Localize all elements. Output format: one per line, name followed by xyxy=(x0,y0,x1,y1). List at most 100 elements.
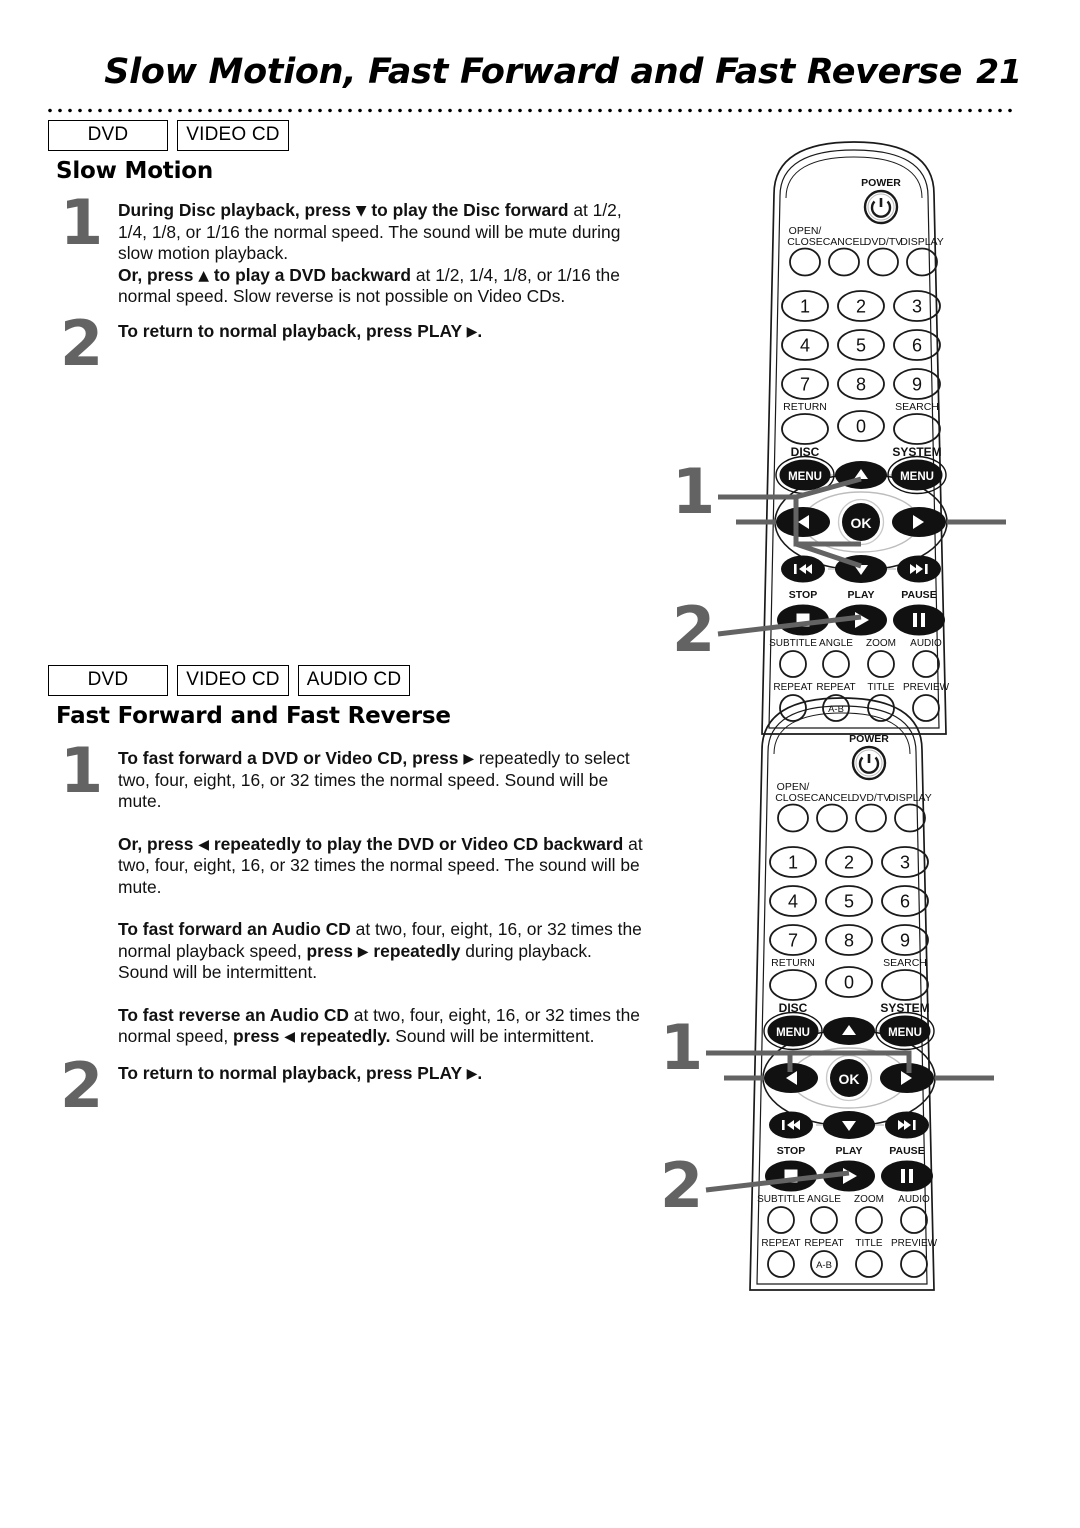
remote-button-cancel[interactable] xyxy=(828,247,860,277)
step-number: 2 xyxy=(60,307,104,380)
remote-label: PREVIEW xyxy=(891,1238,938,1249)
ok-label: OK xyxy=(851,515,872,531)
section-heading-fast-forward: Fast Forward and Fast Reverse xyxy=(56,703,451,729)
page-number: 21 xyxy=(976,52,1022,91)
remote-button-audio[interactable] xyxy=(912,650,940,678)
step-number: 1 xyxy=(60,186,104,259)
pause-button[interactable] xyxy=(881,1160,933,1192)
remote-label: 5 xyxy=(844,892,854,912)
remote-label: SEARCH xyxy=(895,401,939,413)
remote-label: SEARCH xyxy=(883,957,927,969)
remote-label: DVD/TV xyxy=(852,792,891,804)
remote-button-audio[interactable] xyxy=(900,1206,928,1234)
disc-badge-video-cd: VIDEO CD xyxy=(177,665,289,696)
remote-label: STOP xyxy=(777,1145,805,1157)
step-paragraph: To return to normal playback, press PLAY… xyxy=(118,321,483,341)
disc-badge-dvd: DVD xyxy=(48,665,168,696)
remote-label: 7 xyxy=(788,931,798,951)
remote-label: PAUSE xyxy=(889,1145,924,1157)
remote-label: PAUSE xyxy=(901,589,936,601)
remote-label: 6 xyxy=(912,336,922,356)
callout-number-1: 1 xyxy=(672,455,716,528)
remote-label: CLOSE xyxy=(787,236,823,248)
remote-button-open/-close[interactable] xyxy=(777,803,809,833)
remote-button-dvd/tv[interactable] xyxy=(855,803,887,833)
remote-label: SUBTITLE xyxy=(757,1194,805,1205)
remote-button-angle[interactable] xyxy=(810,1206,838,1234)
step-paragraph: To return to normal playback, press PLAY… xyxy=(118,1063,483,1083)
remote-label: RETURN xyxy=(771,957,815,969)
step-text: To return to normal playback, press PLAY… xyxy=(118,1063,643,1085)
remote-label: SUBTITLE xyxy=(769,638,817,649)
remote-label: ZOOM xyxy=(866,638,896,649)
remote-label: 9 xyxy=(900,931,910,951)
remote-label: CANCEL xyxy=(811,792,854,804)
remote-label: REPEAT xyxy=(761,1238,800,1249)
manual-page: Slow Motion, Fast Forward and Fast Rever… xyxy=(0,0,1080,1528)
remote-button-open/-close[interactable] xyxy=(789,247,821,277)
remote-button-display[interactable] xyxy=(906,247,938,277)
system-menu-label: MENU xyxy=(900,471,934,483)
remote-body: POWER OPEN/CLOSE CANCEL DVD/TV DISPLAY 1 2 3 4 5 6… xyxy=(664,690,1024,1315)
callout-number-2: 2 xyxy=(660,1149,704,1222)
step-text: To return to normal playback, press PLAY… xyxy=(118,321,643,343)
remote-button-dvd/tv[interactable] xyxy=(867,247,899,277)
remote-button-title-2[interactable] xyxy=(855,1250,883,1278)
remote-label: PLAY xyxy=(847,589,874,601)
remote-button-subtitle[interactable] xyxy=(779,650,807,678)
remote-label: 3 xyxy=(900,853,910,873)
remote-label: STOP xyxy=(789,589,817,601)
remote-label: TITLE xyxy=(855,1238,883,1249)
disc-type-badges-slow-motion: DVD VIDEO CD xyxy=(48,120,289,151)
system-menu-label: MENU xyxy=(888,1027,922,1039)
disc-menu-label: MENU xyxy=(788,471,822,483)
remote-button-zoom[interactable] xyxy=(855,1206,883,1234)
stop-icon xyxy=(796,613,810,627)
remote-label: 0 xyxy=(844,973,854,993)
remote-label: POWER xyxy=(849,733,889,745)
pause-button[interactable] xyxy=(893,604,945,636)
remote-label: DISPLAY xyxy=(900,236,944,248)
step-text: During Disc playback, press ▼ to play th… xyxy=(118,200,643,308)
disc-badge-audio-cd: AUDIO CD xyxy=(298,665,410,696)
remote-label: 1 xyxy=(800,297,810,317)
remote-label: 3 xyxy=(912,297,922,317)
disc-badge-dvd: DVD xyxy=(48,120,168,151)
remote-button-return[interactable] xyxy=(769,969,817,1001)
remote-label: 4 xyxy=(788,892,798,912)
remote-button-angle[interactable] xyxy=(822,650,850,678)
remote-button-return[interactable] xyxy=(781,413,829,445)
remote-label: ANGLE xyxy=(807,1194,841,1205)
step-paragraph: Or, press ◀ repeatedly to play the DVD o… xyxy=(118,833,643,897)
remote-label: 8 xyxy=(856,375,866,395)
remote-button-cancel[interactable] xyxy=(816,803,848,833)
remote-label: CANCEL xyxy=(823,236,866,248)
remote-button-subtitle[interactable] xyxy=(767,1206,795,1234)
remote-label: DISPLAY xyxy=(888,792,932,804)
remote-body: POWER OPEN/CLOSE CANCEL DVD/TV DISPLAY 1 2 3 4 5 6… xyxy=(676,134,1036,759)
remote-label: 0 xyxy=(856,417,866,437)
remote-label: 2 xyxy=(844,853,854,873)
remote-button-display[interactable] xyxy=(894,803,926,833)
remote-label: PLAY xyxy=(835,1145,862,1157)
step-paragraph: To fast reverse an Audio CD at two, four… xyxy=(118,1004,640,1047)
remote-button-zoom[interactable] xyxy=(867,650,895,678)
page-title: Slow Motion, Fast Forward and Fast Rever… xyxy=(104,52,963,92)
remote-svg: POWEROPEN/CLOSE CANCELDVD/TVDISPLAY1 2 34 5 6… xyxy=(761,141,950,735)
remote-label: 8 xyxy=(844,931,854,951)
remote-label: RETURN xyxy=(783,401,827,413)
remote-label: 9 xyxy=(912,375,922,395)
section-heading-slow-motion: Slow Motion xyxy=(56,158,214,184)
remote-button-repeat-0[interactable] xyxy=(767,1250,795,1278)
page-header: Slow Motion, Fast Forward and Fast Rever… xyxy=(0,52,1022,92)
callout-number-2: 2 xyxy=(672,593,716,666)
remote-svg: POWEROPEN/CLOSE CANCELDVD/TVDISPLAY1 2 34 5 6… xyxy=(749,697,938,1291)
remote-label: 7 xyxy=(800,375,810,395)
header-dotted-rule xyxy=(45,108,1015,113)
remote-label: REPEAT xyxy=(804,1238,843,1249)
step-paragraph: To fast forward an Audio CD at two, four… xyxy=(118,919,642,982)
remote-button-preview-3[interactable] xyxy=(900,1250,928,1278)
step-paragraph: To fast forward a DVD or Video CD, press… xyxy=(118,748,630,811)
remote-label: AUDIO xyxy=(910,638,942,649)
remote-label: 5 xyxy=(856,336,866,356)
